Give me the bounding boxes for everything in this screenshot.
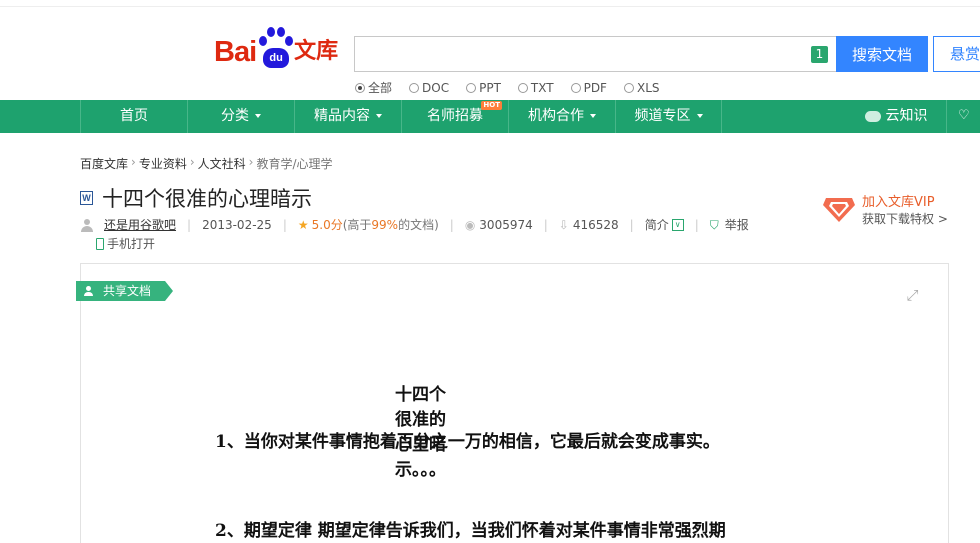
radio-icon[interactable] [409, 82, 420, 93]
search-box: 1 [354, 36, 836, 72]
user-icon [80, 218, 94, 232]
rating-score: 5.0分 [311, 217, 343, 232]
radio-icon[interactable] [466, 82, 477, 93]
document-paragraph: 1、当你对某件事情抱着百分之一万的相信，它最后就会变成事实。 [215, 432, 720, 452]
nav-home[interactable]: 首页 [80, 100, 187, 133]
nav-premium[interactable]: 精品内容 [294, 100, 401, 133]
radio-icon[interactable] [517, 82, 528, 93]
report-link[interactable]: 举报 [725, 216, 749, 234]
chevron-down-icon [696, 114, 703, 118]
nav-teacher-recruit[interactable]: 名师招募 HOT [401, 100, 508, 133]
vip-promo[interactable]: 加入文库VIP 获取下载特权 > [822, 194, 948, 227]
document-paragraph: 2、期望定律 期望定律告诉我们，当我们怀着对某件事情非常强烈期 [215, 521, 726, 541]
author-link[interactable]: 还是用谷歌吧 [104, 216, 176, 234]
heart-icon: ♡ [958, 108, 970, 123]
eye-icon: ◉ [464, 217, 476, 232]
star-icon: ★ [297, 217, 309, 232]
vip-subtitle: 获取下载特权 > [862, 212, 948, 226]
paw-icon: du [257, 26, 294, 70]
chevron-down-icon [255, 114, 261, 118]
rating-note-suffix: 的文档) [398, 217, 439, 232]
search-input[interactable] [355, 37, 795, 71]
download-icon: ⇩ [558, 217, 569, 232]
breadcrumb-item[interactable]: 教育学/心理学 [256, 155, 332, 172]
logo-wenku-text: 文库 [294, 39, 339, 64]
upload-date: 2013-02-25 [202, 217, 272, 232]
document-title-row: W 十四个很准的心理暗示 [80, 183, 312, 213]
filter-doc[interactable]: DOC [409, 79, 449, 96]
radio-icon[interactable] [570, 82, 581, 93]
breadcrumb: 百度文库 › 专业资料 › 人文社科 › 教育学/心理学 [80, 155, 333, 172]
user-icon [84, 286, 93, 296]
view-count: 3005974 [479, 217, 533, 232]
top-divider [0, 6, 980, 7]
intro-toggle[interactable]: 简介 ∨ [645, 215, 684, 234]
filter-txt[interactable]: TXT [517, 79, 554, 96]
filter-ppt[interactable]: PPT [466, 79, 501, 96]
share-tag: 共享文档 [76, 281, 174, 301]
baidu-wenku-logo[interactable]: Bai du 文库 [214, 26, 338, 70]
nav-category[interactable]: 分类 [187, 100, 294, 133]
filter-xls[interactable]: XLS [623, 79, 660, 96]
page-title: 十四个很准的心理暗示 [102, 187, 312, 211]
chevron-down-icon [376, 114, 382, 118]
word-doc-icon: W [80, 191, 93, 205]
breadcrumb-item[interactable]: 人文社科 [198, 155, 246, 172]
cloud-icon [864, 110, 881, 122]
chevron-down-icon: ∨ [671, 218, 684, 231]
main-nav: 首页 分类 精品内容 名师招募 HOT 机构合作 频道专区 云知识 [0, 100, 980, 133]
logo-du-text: du [263, 48, 290, 68]
radio-icon[interactable] [623, 82, 634, 93]
nav-cooperation[interactable]: 机构合作 [508, 100, 615, 133]
phone-open-link[interactable]: 手机打开 [96, 234, 155, 253]
phone-icon [96, 237, 104, 250]
file-type-filters: 全部 DOC PPT TXT PDF XLS [355, 79, 677, 96]
document-meta: 还是用谷歌吧 | 2013-02-25 | ★ 5.0分(高于99%的文档) | ◉ 30059… [80, 215, 810, 253]
logo-bai-text: Bai [214, 36, 257, 68]
document-viewer [80, 263, 949, 543]
rating-percent: 99% [371, 217, 399, 232]
hot-badge: HOT [481, 101, 502, 110]
chevron-down-icon [590, 114, 596, 118]
download-count: 416528 [572, 217, 619, 232]
vip-diamond-icon [822, 194, 856, 224]
breadcrumb-item[interactable]: 专业资料 [139, 155, 187, 172]
breadcrumb-item[interactable]: 百度文库 [80, 155, 128, 172]
search-badge: 1 [811, 46, 828, 63]
reward-button[interactable]: 悬赏 [933, 36, 980, 72]
shield-icon: ⛉ [709, 217, 719, 232]
filter-all[interactable]: 全部 [355, 79, 392, 96]
search-button[interactable]: 搜索文档 [836, 36, 928, 72]
fullscreen-icon[interactable]: ⤢ [904, 287, 921, 304]
nav-channels[interactable]: 频道专区 [615, 100, 722, 133]
rating-note-prefix: (高于 [342, 217, 372, 232]
filter-pdf[interactable]: PDF [570, 79, 607, 96]
radio-icon[interactable] [355, 82, 365, 93]
vip-title: 加入文库VIP [862, 195, 935, 210]
nav-cloud-knowledge[interactable]: 云知识 [846, 100, 946, 133]
